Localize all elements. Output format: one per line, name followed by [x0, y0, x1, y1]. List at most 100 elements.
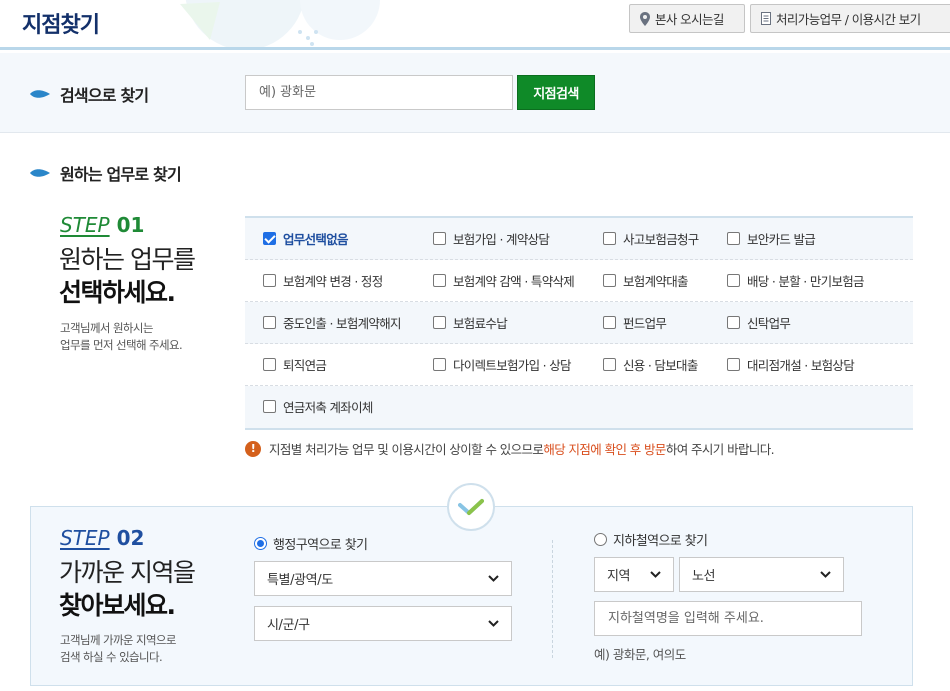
task-checkbox-item[interactable]: 신용 · 담보대출 [603, 344, 698, 385]
page-title: 지점찾기 [22, 13, 100, 38]
warning-icon: ! [245, 440, 261, 457]
task-checkbox-item[interactable]: 보험가입 · 계약상담 [433, 218, 550, 259]
checkbox-icon[interactable] [263, 358, 276, 371]
notice-message: ! 지점별 처리가능 업무 및 이용시간이 상이할 수 있으므로 해당 지점에 … [245, 439, 775, 458]
subway-station-radio[interactable]: 지하철역으로 찾기 [594, 530, 708, 549]
task-checkbox-item[interactable]: 펀드업무 [603, 302, 667, 343]
task-row: 퇴직연금 다이렉트보험가입 · 상담 신용 · 담보대출 대리점개설 · 보험상담 [245, 344, 913, 386]
checkbox-icon[interactable] [727, 274, 740, 287]
task-checkbox-label: 신탁업무 [747, 316, 791, 331]
task-row: 보험계약 변경 · 정정 보험계약 감액 · 특약삭제 보험계약대출 배당 · 분할 … [245, 260, 913, 302]
task-checkbox-label: 펀드업무 [623, 316, 667, 331]
step1-word: STEP [60, 213, 110, 237]
available-tasks-hours-label: 처리가능업무 / 이용시간 보기 [776, 12, 921, 27]
city-province-select-value: 특별/광역/도 [267, 573, 333, 588]
checkmark-icon [458, 499, 484, 515]
task-checkbox-item[interactable]: 사고보험금청구 [603, 218, 699, 259]
notice-text-highlight: 해당 지점에 확인 후 방문 [543, 442, 666, 457]
checkbox-icon[interactable] [603, 316, 616, 329]
leaf-bullet-icon [30, 90, 50, 98]
checkbox-icon[interactable] [727, 358, 740, 371]
task-checkbox-label: 보안카드 발급 [747, 232, 816, 247]
task-checkbox-item[interactable]: 보안카드 발급 [727, 218, 816, 259]
checkbox-checked-icon[interactable] [263, 232, 276, 245]
checkbox-icon[interactable] [433, 274, 446, 287]
task-checkbox-label: 사고보험금청구 [623, 232, 699, 247]
task-row: 중도인출 · 보험계약해지 보험료수납 펀드업무 신탁업무 [245, 302, 913, 344]
task-checkbox-item[interactable]: 보험계약 변경 · 정정 [263, 260, 383, 301]
task-checkbox-item[interactable]: 배당 · 분할 · 만기보험금 [727, 260, 865, 301]
notice-text-pre: 지점별 처리가능 업무 및 이용시간이 상이할 수 있으므로 [269, 442, 544, 457]
city-province-select[interactable]: 특별/광역/도 [254, 561, 512, 596]
task-checkbox-label: 보험계약대출 [623, 274, 689, 289]
branch-search-button[interactable]: 지점검색 [517, 75, 595, 110]
checkbox-icon[interactable] [433, 232, 446, 245]
chevron-down-icon [488, 575, 499, 582]
checkbox-icon[interactable] [603, 232, 616, 245]
task-checkbox-item[interactable]: 연금저축 계좌이체 [263, 386, 373, 427]
radio-selected-icon [254, 537, 267, 550]
admin-district-radio[interactable]: 행정구역으로 찾기 [254, 534, 368, 553]
step2-heading-line2: 찾아보세요. [59, 591, 176, 620]
task-checkbox-item[interactable]: 다이렉트보험가입 · 상담 [433, 344, 572, 385]
location-pin-icon [640, 11, 650, 26]
checkbox-icon[interactable] [263, 400, 276, 413]
task-checkbox-item[interactable]: 보험계약 감액 · 특약삭제 [433, 260, 575, 301]
checkbox-icon[interactable] [603, 358, 616, 371]
task-checkbox-label: 배당 · 분할 · 만기보험금 [747, 274, 865, 289]
task-checkbox-label: 다이렉트보험가입 · 상담 [453, 358, 572, 373]
document-icon [761, 12, 771, 25]
task-checkbox-item[interactable]: 중도인출 · 보험계약해지 [263, 302, 402, 343]
subway-line-select[interactable]: 노선 [679, 557, 844, 592]
task-checkbox-label: 보험가입 · 계약상담 [453, 232, 550, 247]
district-select[interactable]: 시/군/구 [254, 606, 512, 641]
task-checkbox-item[interactable]: 신탁업무 [727, 302, 791, 343]
step1-description-line2: 업무를 먼저 선택해 주세요. [60, 338, 183, 352]
admin-district-radio-label: 행정구역으로 찾기 [273, 538, 368, 553]
checkbox-icon[interactable] [263, 274, 276, 287]
task-checkbox-label: 보험계약 감액 · 특약삭제 [453, 274, 575, 289]
search-section: 검색으로 찾기 지점검색 [0, 53, 950, 133]
search-section-title: 검색으로 찾기 [30, 82, 149, 106]
office-directions-label: 본사 오시는길 [655, 12, 724, 27]
task-checkbox-item[interactable]: 업무선택없음 [263, 218, 349, 259]
leaf-bullet-icon [30, 169, 50, 177]
task-checkbox-item[interactable]: 퇴직연금 [263, 344, 327, 385]
task-checkbox-label: 연금저축 계좌이체 [283, 400, 373, 415]
chevron-down-icon [650, 571, 661, 578]
step-connector-badge [447, 483, 495, 531]
checkbox-icon[interactable] [263, 316, 276, 329]
column-divider [552, 540, 553, 658]
task-checkbox-item[interactable]: 대리점개설 · 보험상담 [727, 344, 855, 385]
step1-heading-line2: 선택하세요. [59, 278, 176, 307]
task-checkbox-label: 신용 · 담보대출 [623, 358, 698, 373]
step1-description-line1: 고객님께서 원하시는 [60, 321, 153, 335]
step2-description-line2: 검색 하실 수 있습니다. [60, 650, 163, 664]
subway-region-select[interactable]: 지역 [594, 557, 674, 592]
step1-number: 01 [116, 213, 145, 237]
task-checkbox-label: 중도인출 · 보험계약해지 [283, 316, 402, 331]
subway-example-text: 예) 광화문, 여의도 [594, 647, 686, 662]
task-checkbox-item[interactable]: 보험료수납 [433, 302, 508, 343]
office-directions-button[interactable]: 본사 오시는길 [629, 4, 745, 33]
checkbox-icon[interactable] [433, 316, 446, 329]
task-checkbox-label: 보험료수납 [453, 316, 508, 331]
step2-description-line1: 고객님께 가까운 지역으로 [60, 633, 176, 647]
task-row: 업무선택없음 보험가입 · 계약상담 사고보험금청구 보안카드 발급 [245, 218, 913, 260]
radio-unselected-icon [594, 533, 607, 546]
available-tasks-hours-button[interactable]: 처리가능업무 / 이용시간 보기 [750, 4, 950, 33]
chevron-down-icon [820, 571, 831, 578]
branch-search-input[interactable] [245, 75, 513, 110]
task-checkbox-grid: 업무선택없음 보험가입 · 계약상담 사고보험금청구 보안카드 발급보험계약 변경 ·… [245, 216, 913, 430]
title-underline [0, 47, 128, 50]
step1-heading-line1: 원하는 업무를 [59, 245, 196, 274]
task-checkbox-item[interactable]: 보험계약대출 [603, 260, 689, 301]
checkbox-icon[interactable] [727, 316, 740, 329]
notice-text-post: 하여 주시기 바랍니다. [665, 442, 775, 457]
checkbox-icon[interactable] [727, 232, 740, 245]
step2-word: STEP [60, 526, 110, 550]
subway-station-input[interactable] [594, 601, 862, 636]
step2-label: STEP 02 [60, 526, 144, 550]
checkbox-icon[interactable] [603, 274, 616, 287]
checkbox-icon[interactable] [433, 358, 446, 371]
